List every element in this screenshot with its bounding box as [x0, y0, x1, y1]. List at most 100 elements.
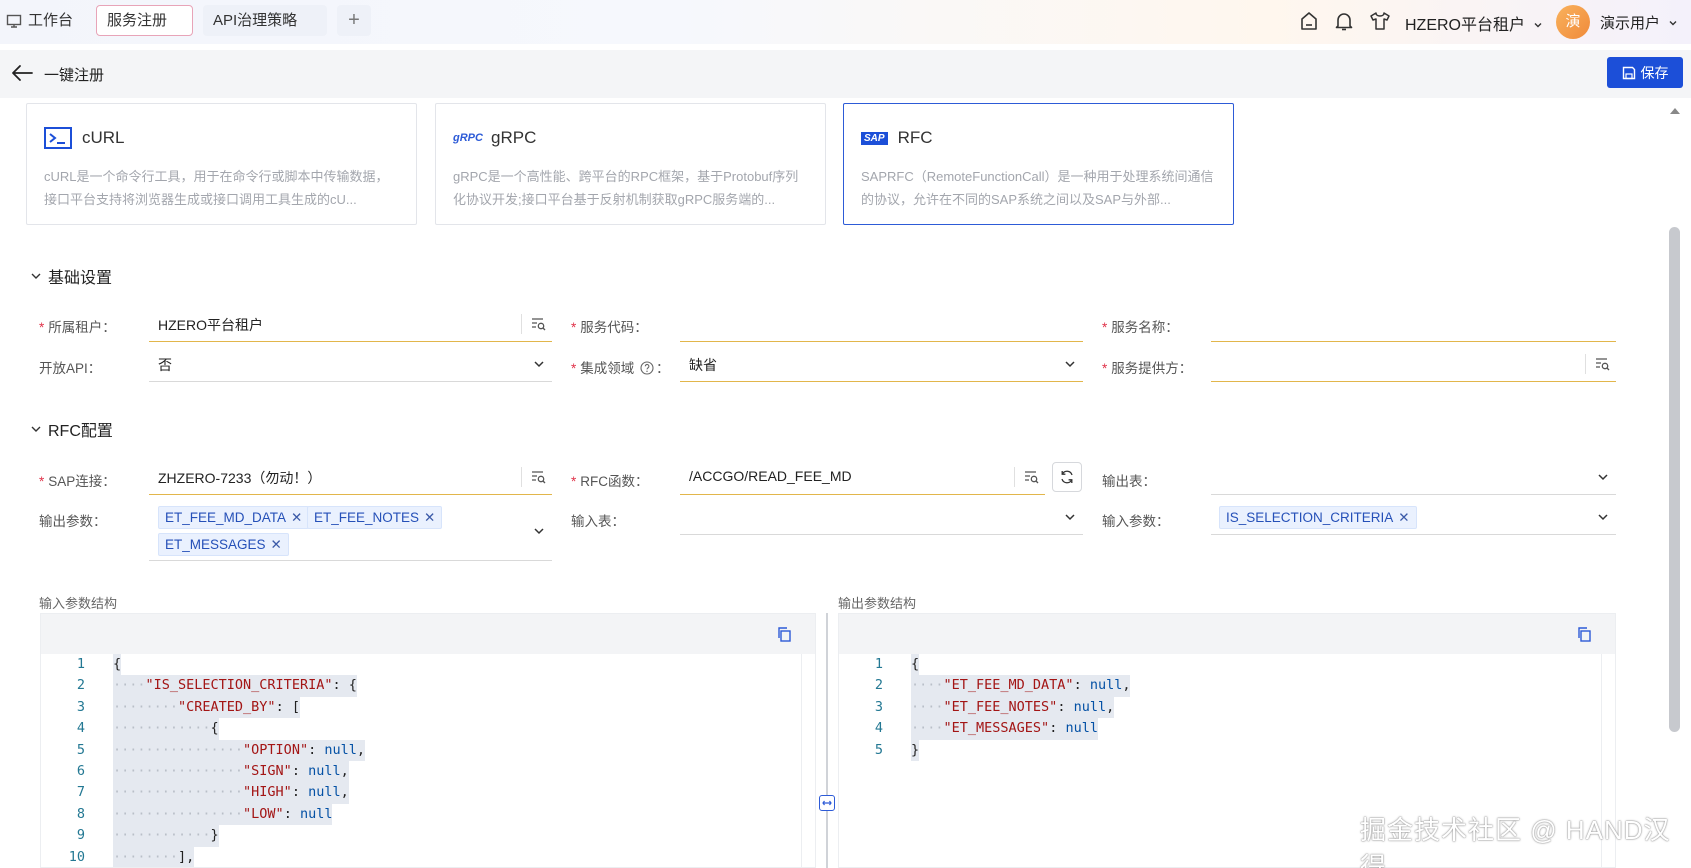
card-rfc-title: RFC	[897, 128, 933, 147]
rfc-function-label: * RFC函数：	[571, 474, 649, 489]
close-icon[interactable]: ✕	[291, 510, 302, 525]
watermark: 掘金技术社区 @ HAND汉得	[1360, 815, 1671, 868]
input-structure-label: 输入参数结构	[39, 596, 118, 611]
chevron-down-icon	[1669, 21, 1677, 26]
rfc-function-value: /ACCGO/READ_FEE_MD	[689, 468, 852, 484]
chevron-down-icon	[1598, 474, 1608, 481]
workbench-icon	[6, 14, 22, 28]
card-rfc-desc: SAPRFC（RemoteFunctionCall）是一种用于处理系统间通信的协…	[861, 169, 1214, 207]
output-code[interactable]: 1{ 2 ····"ET_FEE_MD_DATA": null, 3 ····"ET…	[839, 654, 1615, 761]
close-icon[interactable]: ✕	[1398, 510, 1409, 525]
card-grpc[interactable]: gRPC gRPC gRPC是一个高性能、跨平台的RPC框架，基于Protobu…	[435, 103, 826, 225]
code-line: 7 ················"HIGH": null,	[41, 782, 815, 804]
code-line: 1{	[41, 654, 815, 676]
close-icon[interactable]: ✕	[271, 537, 282, 552]
editor-divider[interactable]	[826, 613, 828, 868]
user-menu[interactable]: 演示用户	[1600, 12, 1678, 33]
split-icon	[822, 800, 832, 806]
save-icon	[1622, 66, 1635, 79]
code-line: 3 ········"CREATED_BY": [	[41, 696, 815, 719]
editor-scrollbar[interactable]	[801, 654, 815, 867]
provider-field[interactable]	[1211, 346, 1616, 382]
sap-connection-label: * SAP连接：	[39, 474, 116, 489]
code-line: 5 ················"OPTION": null,	[41, 739, 815, 761]
code-line: 1{	[839, 654, 1615, 676]
add-tab-button[interactable]: +	[337, 5, 371, 36]
section-basic-toggle[interactable]: 基础设置	[30, 264, 112, 288]
code-line: 2 ····"IS_SELECTION_CRITERIA": {	[41, 675, 815, 697]
chevron-down-icon	[31, 273, 41, 279]
lookup-icon[interactable]	[1594, 356, 1610, 372]
input-code[interactable]: 1{ 2 ····"IS_SELECTION_CRITERIA": { 3 ····…	[41, 654, 815, 867]
output-table-select[interactable]	[1211, 459, 1616, 495]
tab-workbench[interactable]: 工作台	[0, 5, 83, 36]
service-name-input[interactable]	[1211, 306, 1616, 342]
output-param-tag[interactable]: ET_MESSAGES ✕	[158, 533, 289, 556]
copy-icon[interactable]	[776, 626, 792, 642]
input-table-label: 输入表：	[571, 514, 625, 529]
bell-icon[interactable]	[1333, 10, 1355, 32]
code-line: 2 ····"ET_FEE_MD_DATA": null,	[839, 675, 1615, 697]
page-header	[0, 50, 1691, 98]
refresh-icon	[1061, 470, 1073, 484]
help-icon[interactable]	[640, 361, 654, 375]
lookup-icon[interactable]	[1023, 469, 1039, 485]
code-line: 5}	[839, 739, 1615, 761]
rfc-function-field[interactable]: /ACCGO/READ_FEE_MD	[680, 459, 1045, 495]
scroll-up-icon[interactable]	[1669, 106, 1681, 116]
section-rfc-toggle[interactable]: RFC配置	[30, 417, 113, 441]
tenant-switcher[interactable]: HZERO平台租户	[1405, 11, 1543, 35]
copy-icon[interactable]	[1576, 626, 1592, 642]
page-title: 一键注册	[44, 67, 105, 84]
tenant-field[interactable]: HZERO平台租户	[149, 306, 552, 342]
section-rfc-title: RFC配置	[48, 423, 113, 440]
code-line: 4 ····"ET_MESSAGES": null	[839, 718, 1615, 740]
user-name: 演示用户	[1600, 15, 1661, 32]
tab-api-policy[interactable]: API治理策略	[203, 5, 327, 36]
split-toggle-button[interactable]	[819, 795, 835, 811]
output-structure-label: 输出参数结构	[838, 596, 917, 611]
editor-toolbar	[839, 614, 1615, 654]
refresh-button[interactable]	[1052, 462, 1082, 492]
output-param-tag[interactable]: ET_FEE_NOTES ✕	[307, 506, 443, 529]
lookup-icon[interactable]	[530, 316, 546, 332]
open-api-label: 开放API：	[39, 361, 102, 376]
sap-connection-field[interactable]: ZHZERO-7233（勿动！）	[149, 459, 552, 495]
save-button[interactable]: 保存	[1607, 57, 1683, 88]
avatar[interactable]: 演	[1556, 5, 1590, 39]
code-line: 4 ············{	[41, 718, 815, 740]
home-icon[interactable]	[1298, 10, 1320, 32]
card-curl[interactable]: cURL cURL是一个命令行工具，用于在命令行或脚本中传输数据，接口平台支持将…	[26, 103, 417, 225]
top-bar: 工作台 服务注册 API治理策略 + HZERO平台租户 演 演示用户	[0, 0, 1691, 44]
tab-workbench-label: 工作台	[28, 12, 74, 29]
back-arrow-icon[interactable]	[10, 62, 34, 84]
domain-value: 缺省	[689, 357, 717, 373]
code-line: 8 ················"LOW": null	[41, 803, 815, 826]
terminal-icon	[44, 127, 72, 149]
service-code-input[interactable]	[680, 306, 1083, 342]
open-api-value: 否	[158, 357, 172, 373]
output-param-tag[interactable]: ET_FEE_MD_DATA ✕	[158, 506, 310, 529]
lookup-icon[interactable]	[530, 469, 546, 485]
input-param-tag[interactable]: IS_SELECTION_CRITERIA ✕	[1219, 506, 1417, 529]
code-line: 9 ············}	[41, 825, 815, 847]
shirt-icon[interactable]	[1369, 10, 1391, 32]
open-api-select[interactable]: 否	[149, 346, 552, 382]
chevron-down-icon	[1598, 514, 1608, 521]
page-scrollbar-thumb[interactable]	[1669, 227, 1680, 732]
close-icon[interactable]: ✕	[424, 510, 435, 525]
domain-select[interactable]: 缺省	[680, 346, 1083, 382]
service-name-label: * 服务名称：	[1102, 320, 1179, 335]
tenant-name: HZERO平台租户	[1405, 17, 1526, 34]
section-basic-title: 基础设置	[48, 270, 113, 287]
code-line: 3 ····"ET_FEE_NOTES": null,	[839, 696, 1615, 719]
code-line: 10 ········],	[41, 846, 815, 867]
input-table-select[interactable]	[680, 499, 1083, 535]
input-structure-editor[interactable]: 1{ 2 ····"IS_SELECTION_CRITERIA": { 3 ····…	[40, 613, 816, 868]
tenant-value: HZERO平台租户	[158, 317, 263, 333]
card-grpc-title: gRPC	[491, 128, 537, 147]
chevron-down-icon	[534, 361, 544, 368]
card-rfc[interactable]: SAP RFC SAPRFC（RemoteFunctionCall）是一种用于处…	[843, 103, 1234, 225]
chevron-down-icon	[534, 528, 544, 535]
tab-service-register[interactable]: 服务注册	[96, 5, 193, 36]
